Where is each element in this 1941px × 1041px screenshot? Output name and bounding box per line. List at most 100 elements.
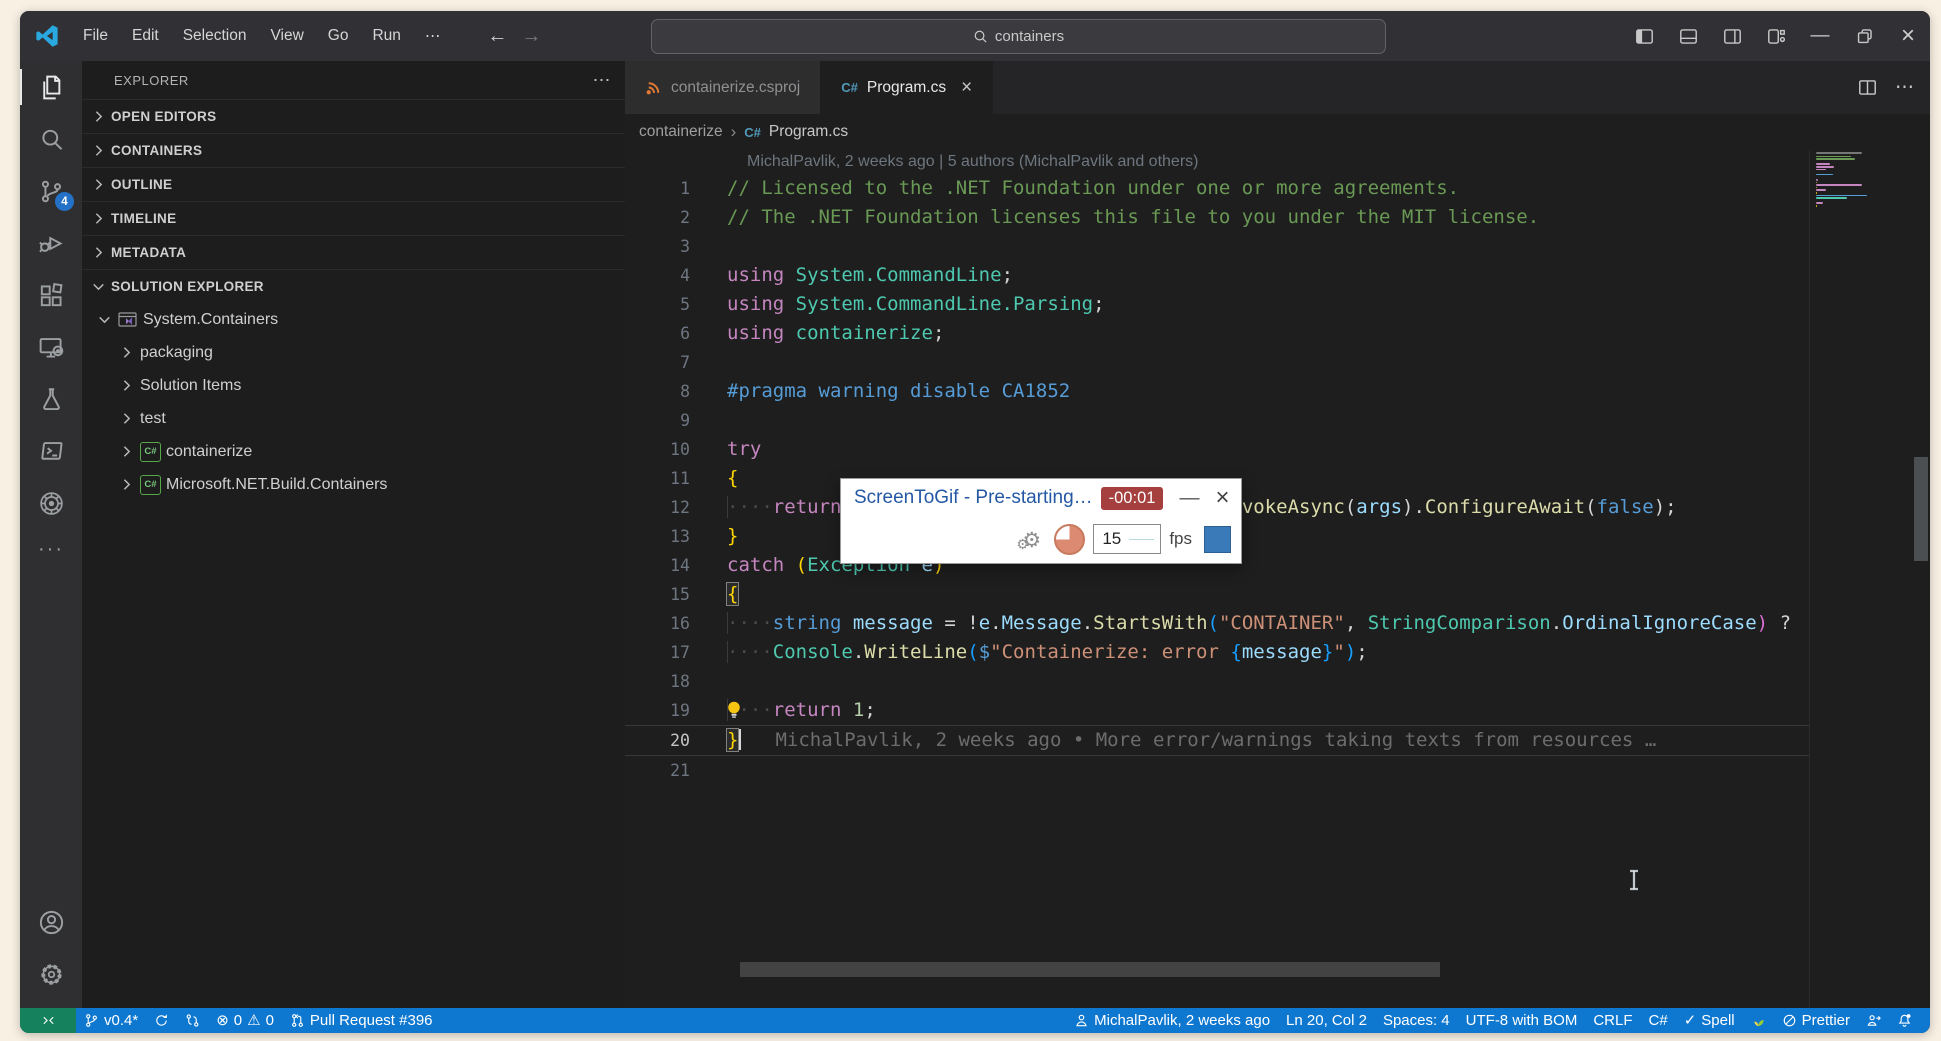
code-line-10[interactable]: 10try <box>625 435 1820 464</box>
status-blame[interactable]: MichalPavlik, 2 weeks ago <box>1066 1008 1278 1033</box>
activity-source-control[interactable]: 4 <box>20 165 82 217</box>
menu-edit[interactable]: Edit <box>121 22 170 50</box>
code-line-19[interactable]: 19····return 1; <box>625 696 1820 725</box>
settings-gears-icon[interactable]: ⚙⚙ <box>1016 524 1046 554</box>
scrollbar-thumb[interactable] <box>1914 457 1928 561</box>
tab-program-cs[interactable]: C# Program.cs × <box>821 61 993 114</box>
menu-go[interactable]: Go <box>317 22 360 50</box>
code-line-9[interactable]: 9 <box>625 406 1820 435</box>
code-line-5[interactable]: 5using System.CommandLine.Parsing; <box>625 290 1820 319</box>
activity-extensions[interactable] <box>20 269 82 321</box>
minimize-icon[interactable]: — <box>1179 487 1199 510</box>
menu-more[interactable]: ⋯ <box>414 22 452 51</box>
activity-search[interactable] <box>20 113 82 165</box>
code-line-21[interactable]: 21 <box>625 756 1820 785</box>
status-notifications[interactable] <box>1889 1008 1920 1033</box>
code-line-15[interactable]: 15{ <box>625 580 1820 609</box>
menu-file[interactable]: File <box>72 22 119 50</box>
nav-back-icon[interactable]: ← <box>487 25 507 48</box>
screentogif-titlebar[interactable]: ScreenToGif - Pre-starting… -00:01 — × <box>841 479 1241 517</box>
status-language-mode[interactable]: C# <box>1641 1008 1676 1033</box>
code-line-3[interactable]: 3 <box>625 232 1820 261</box>
status-remote[interactable] <box>20 1008 76 1033</box>
code-line-4[interactable]: 4using System.CommandLine; <box>625 261 1820 290</box>
activity-run-debug[interactable] <box>20 217 82 269</box>
restore-button[interactable] <box>1842 11 1886 61</box>
activity-more[interactable]: ··· <box>20 529 82 569</box>
tab-containerize-csproj[interactable]: containerize.csproj <box>625 61 821 114</box>
activity-account[interactable] <box>20 896 82 948</box>
sidebar-more-icon[interactable]: ⋯ <box>593 70 612 91</box>
activity-polyglot[interactable] <box>20 477 82 529</box>
tree-item-solution-items[interactable]: Solution Items <box>82 369 625 402</box>
code-line-8[interactable]: 8#pragma warning disable CA1852 <box>625 377 1820 406</box>
menu-run[interactable]: Run <box>361 22 411 50</box>
activity-testing[interactable] <box>20 373 82 425</box>
status-spell[interactable]: ✓Spell <box>1676 1008 1743 1033</box>
minimize-button[interactable]: — <box>1798 11 1842 61</box>
mouse-cursor <box>1627 869 1641 891</box>
section-metadata[interactable]: METADATA <box>82 235 625 269</box>
activity-remote-explorer[interactable] <box>20 321 82 373</box>
status-branch[interactable]: v0.4* <box>76 1008 146 1033</box>
minimap[interactable] <box>1809 150 1910 1008</box>
section-solution-explorer[interactable]: SOLUTION EXPLORER <box>82 269 625 303</box>
status-prettier[interactable]: Prettier <box>1774 1008 1858 1033</box>
menu-view[interactable]: View <box>259 22 314 50</box>
vertical-scrollbar[interactable] <box>1914 150 1928 1008</box>
section-open-editors[interactable]: OPEN EDITORS <box>82 99 625 133</box>
close-icon[interactable]: × <box>1215 486 1229 510</box>
section-containers[interactable]: CONTAINERS <box>82 133 625 167</box>
breadcrumb-folder[interactable]: containerize <box>639 123 723 141</box>
record-button[interactable] <box>1204 526 1231 553</box>
code-line-2[interactable]: 2// The .NET Foundation licenses this fi… <box>625 203 1820 232</box>
fps-input[interactable]: 15 <box>1093 524 1161 554</box>
section-outline[interactable]: OUTLINE <box>82 167 625 201</box>
breadcrumb[interactable]: containerize › C# Program.cs <box>625 114 1930 150</box>
close-button[interactable]: × <box>1886 11 1930 61</box>
toggle-secondary-sidebar-icon[interactable] <box>1710 11 1754 61</box>
status-feedback[interactable] <box>1858 1008 1889 1033</box>
code-line-7[interactable]: 7 <box>625 348 1820 377</box>
split-editor-icon[interactable] <box>1858 78 1877 97</box>
tree-item-microsoft-net-build-containers[interactable]: C#Microsoft.NET.Build.Containers <box>82 468 625 501</box>
command-center-search[interactable]: containers <box>651 19 1386 54</box>
tree-item-containerize[interactable]: C#containerize <box>82 435 625 468</box>
toggle-panel-icon[interactable] <box>1666 11 1710 61</box>
menu-selection[interactable]: Selection <box>172 22 258 50</box>
activity-explorer[interactable] <box>20 61 82 113</box>
tree-item-test[interactable]: test <box>82 402 625 435</box>
editor-more-icon[interactable]: ⋯ <box>1895 76 1914 99</box>
code-line-16[interactable]: 16····string message = !e.Message.Starts… <box>625 609 1820 638</box>
status-encoding[interactable]: UTF-8 with BOM <box>1458 1008 1586 1033</box>
code-line-17[interactable]: 17····Console.WriteLine($"Containerize: … <box>625 638 1820 667</box>
status-cursor-position[interactable]: Ln 20, Col 2 <box>1278 1008 1375 1033</box>
breadcrumb-file[interactable]: Program.cs <box>769 123 848 141</box>
tab-close-icon[interactable]: × <box>961 77 972 99</box>
toggle-sidebar-icon[interactable] <box>1622 11 1666 61</box>
status-problems[interactable]: ⊗0⚠0 <box>208 1008 282 1033</box>
more-dots: ··· <box>38 538 64 561</box>
horizontal-scrollbar[interactable] <box>740 962 1440 977</box>
section-timeline[interactable]: TIMELINE <box>82 201 625 235</box>
activity-terminal[interactable] <box>20 425 82 477</box>
fps-slider[interactable] <box>1129 539 1154 540</box>
status-eol[interactable]: CRLF <box>1585 1008 1640 1033</box>
record-timer-icon[interactable] <box>1054 524 1085 555</box>
status-pull-request[interactable]: Pull Request #396 <box>282 1008 441 1033</box>
tree-item-system-containers[interactable]: System.Containers <box>82 303 625 336</box>
customize-layout-icon[interactable] <box>1754 11 1798 61</box>
code-line-6[interactable]: 6using containerize; <box>625 319 1820 348</box>
person-icon <box>1074 1013 1089 1028</box>
lightbulb-icon[interactable] <box>724 700 744 720</box>
gear-icon <box>37 960 66 989</box>
code-line-18[interactable]: 18 <box>625 667 1820 696</box>
activity-settings[interactable] <box>20 948 82 1000</box>
code-line-1[interactable]: 1// Licensed to the .NET Foundation unde… <box>625 174 1820 203</box>
status-sprout[interactable] <box>1743 1008 1774 1033</box>
code-line-20[interactable]: 20}MichalPavlik, 2 weeks ago • More erro… <box>625 725 1820 756</box>
tree-item-packaging[interactable]: packaging <box>82 336 625 369</box>
status-sync[interactable] <box>146 1008 177 1033</box>
status-compare[interactable] <box>177 1008 208 1033</box>
status-indentation[interactable]: Spaces: 4 <box>1375 1008 1458 1033</box>
